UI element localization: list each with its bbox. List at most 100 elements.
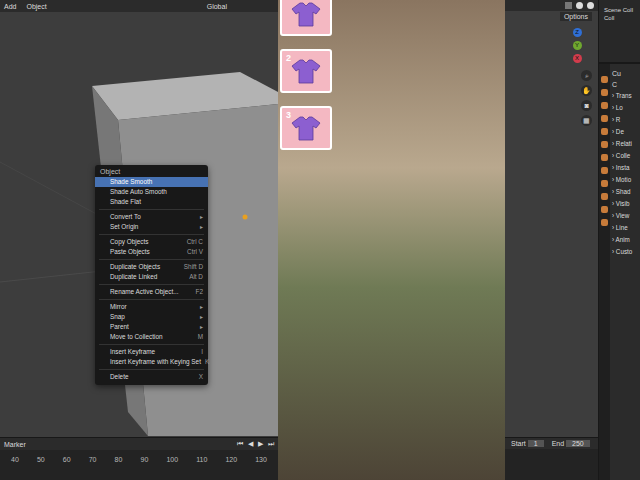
property-tab-icon[interactable] — [601, 193, 608, 200]
menu-item[interactable]: Rename Active Object...F2 — [95, 287, 208, 297]
property-section[interactable]: › Lo — [611, 102, 639, 114]
property-section[interactable]: › Custo — [611, 246, 639, 258]
camera-icon[interactable]: ◙ — [581, 100, 592, 111]
property-tab-icon[interactable] — [601, 167, 608, 174]
property-tab-icon[interactable] — [601, 115, 608, 122]
menu-separator — [99, 259, 204, 260]
menu-item[interactable]: Copy ObjectsCtrl C — [95, 237, 208, 247]
property-tab-icon[interactable] — [601, 102, 608, 109]
frame-number: 80 — [115, 456, 123, 463]
property-section[interactable]: › Motio — [611, 174, 639, 186]
playback-button[interactable]: ⏭ — [268, 440, 274, 448]
viewport-right[interactable]: Options ZYX ⌕ ✋ ◙ ▦ — [505, 0, 598, 437]
axis-icon[interactable]: Z — [573, 28, 582, 37]
property-section[interactable]: › Colle — [611, 150, 639, 162]
property-section[interactable]: › De — [611, 126, 639, 138]
cube-icon[interactable] — [92, 72, 278, 436]
property-section[interactable]: › View — [611, 210, 639, 222]
menu-item[interactable]: Convert To▸ — [95, 212, 208, 222]
viewport-left[interactable]: AddObjectGlobalObjectShade SmoothShade A… — [0, 0, 278, 437]
menu-item[interactable]: Duplicate LinkedAlt D — [95, 272, 208, 282]
menu-item[interactable]: DeleteX — [95, 372, 208, 382]
frame-number: 60 — [63, 456, 71, 463]
navigation-gizmo[interactable]: ZYX — [561, 28, 593, 63]
menu-separator — [99, 369, 204, 370]
frame-number: 70 — [89, 456, 97, 463]
grid-icon[interactable]: ▦ — [581, 115, 592, 126]
origin-icon — [243, 215, 248, 220]
menu-item[interactable]: Duplicate ObjectsShift D — [95, 262, 208, 272]
outliner-row[interactable]: Scene Coll — [601, 6, 638, 14]
property-section[interactable]: › Insta — [611, 162, 639, 174]
header-menu[interactable]: Add — [4, 3, 16, 10]
outfit-button[interactable]: 2 — [280, 49, 332, 93]
outfit-buttons: 23 — [280, 0, 332, 150]
properties-panel: Scene CollColl CuC› Trans› Lo› R› De› Rel… — [598, 0, 640, 480]
menu-item[interactable]: Insert Keyframe with Keying SetK — [95, 357, 208, 367]
property-header[interactable]: Cu — [611, 68, 639, 79]
menu-separator — [99, 209, 204, 210]
marker-menu[interactable]: Marker — [4, 441, 26, 448]
property-section[interactable]: › R — [611, 114, 639, 126]
outfit-button[interactable]: 3 — [280, 106, 332, 150]
property-header[interactable]: C — [611, 79, 639, 90]
outliner: Scene CollColl — [599, 0, 640, 64]
axis-icon[interactable]: Y — [573, 41, 582, 50]
game-image: 23 — [278, 0, 505, 480]
playback-button[interactable]: ◀ — [248, 440, 253, 448]
viewport-header: Add Object Global — [0, 0, 278, 12]
property-tab-icon[interactable] — [601, 89, 608, 96]
property-tab-icon[interactable] — [601, 219, 608, 226]
frame-number: 40 — [11, 456, 19, 463]
menu-separator — [99, 284, 204, 285]
property-tab-icon[interactable] — [601, 206, 608, 213]
property-tab-icon[interactable] — [601, 154, 608, 161]
menu-item[interactable]: Mirror▸ — [95, 302, 208, 312]
menu-item[interactable]: Set Origin▸ — [95, 222, 208, 232]
options-button[interactable]: Options — [560, 12, 592, 21]
menu-item[interactable]: Paste ObjectsCtrl V — [95, 247, 208, 257]
zoom-icon[interactable]: ⌕ — [581, 70, 592, 81]
menu-item[interactable]: Parent▸ — [95, 322, 208, 332]
menu-item[interactable]: Shade Auto Smooth — [95, 187, 208, 197]
property-section[interactable]: › Relati — [611, 138, 639, 150]
frame-number: 50 — [37, 456, 45, 463]
start-field[interactable]: Start 1 — [511, 440, 544, 447]
frame-ruler[interactable]: 405060708090100110120130 — [0, 450, 278, 469]
menu-item[interactable]: Shade Flat — [95, 197, 208, 207]
menu-item[interactable]: Move to CollectionM — [95, 332, 208, 342]
property-tab-icon[interactable] — [601, 180, 608, 187]
property-section[interactable]: › Trans — [611, 90, 639, 102]
shirt-icon — [291, 58, 321, 84]
menu-title: Object — [95, 167, 208, 177]
property-tab-icon[interactable] — [601, 141, 608, 148]
property-section[interactable]: › Anim — [611, 234, 639, 246]
axis-icon[interactable]: X — [573, 54, 582, 63]
menu-separator — [99, 299, 204, 300]
header-menu[interactable]: Object — [26, 3, 46, 10]
property-tabs — [599, 64, 610, 480]
property-section[interactable]: › Line — [611, 222, 639, 234]
property-section[interactable]: › Visib — [611, 198, 639, 210]
shading-icon[interactable] — [587, 2, 594, 9]
playback-button[interactable]: ▶ — [258, 440, 263, 448]
outliner-row[interactable]: Coll — [601, 14, 638, 22]
playback-button[interactable]: ⏮ — [237, 440, 243, 448]
property-tab-icon[interactable] — [601, 128, 608, 135]
outfit-button[interactable] — [280, 0, 332, 36]
menu-item[interactable]: Insert KeyframeI — [95, 347, 208, 357]
timeline-left: Marker⏮◀▶⏭405060708090100110120130 — [0, 437, 278, 480]
transform-orientation[interactable]: Global — [207, 3, 227, 10]
shading-icon[interactable] — [576, 2, 583, 9]
frame-number: 130 — [255, 456, 267, 463]
property-tab-icon[interactable] — [601, 76, 608, 83]
overlay-icon[interactable] — [565, 2, 572, 9]
menu-separator — [99, 344, 204, 345]
menu-item[interactable]: Snap▸ — [95, 312, 208, 322]
property-section[interactable]: › Shad — [611, 186, 639, 198]
hand-icon[interactable]: ✋ — [581, 85, 592, 96]
timeline-right: Start 1 End 250 — [505, 437, 598, 480]
menu-separator — [99, 234, 204, 235]
end-field[interactable]: End 250 — [552, 440, 590, 447]
menu-item[interactable]: Shade Smooth — [95, 177, 208, 187]
